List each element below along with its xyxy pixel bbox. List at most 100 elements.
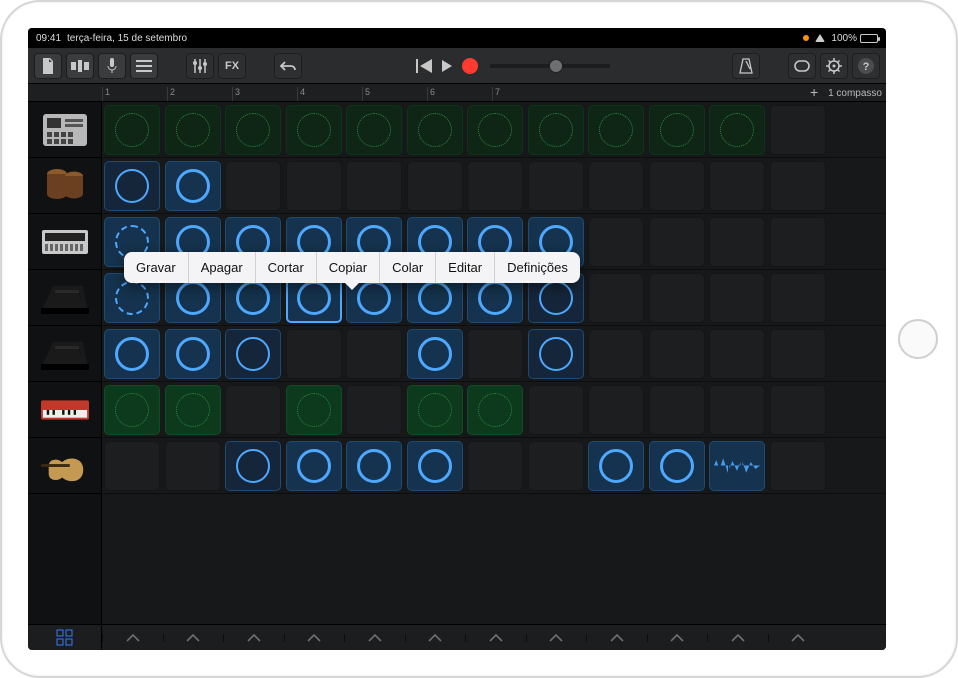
context-apagar[interactable]: Apagar [189,252,256,283]
context-editar[interactable]: Editar [436,252,495,283]
loop-cell[interactable] [286,441,342,491]
settings-button[interactable] [820,53,848,79]
add-section-button[interactable]: + [806,85,822,101]
loop-cell[interactable] [770,441,826,491]
volume-slider[interactable] [490,64,610,68]
loop-cell[interactable] [709,385,765,435]
context-cortar[interactable]: Cortar [256,252,317,283]
loop-cell[interactable] [165,385,221,435]
track-header-electric-guitar[interactable] [28,438,101,494]
loop-cell[interactable] [709,105,765,155]
column-trigger[interactable] [465,634,526,642]
loop-cell[interactable] [709,441,765,491]
loop-cell[interactable] [588,105,644,155]
mixer-button[interactable] [186,53,214,79]
loop-cell[interactable] [467,329,523,379]
column-trigger[interactable] [647,634,708,642]
loop-cell[interactable] [286,329,342,379]
loop-cell[interactable] [346,385,402,435]
loop-cell[interactable] [286,161,342,211]
track-header-sampler[interactable] [28,102,101,158]
loop-cell[interactable] [225,329,281,379]
loop-cell[interactable] [104,385,160,435]
loop-cell[interactable] [346,441,402,491]
loop-cell[interactable] [528,161,584,211]
loop-cell[interactable] [528,105,584,155]
loop-cell[interactable] [165,161,221,211]
loop-cell[interactable] [649,385,705,435]
column-trigger[interactable] [707,634,768,642]
loop-cell[interactable] [407,161,463,211]
my-songs-button[interactable] [34,53,62,79]
loop-cell[interactable] [165,329,221,379]
loop-cell[interactable] [407,329,463,379]
loop-cell[interactable] [770,161,826,211]
grid-toggle-icon[interactable] [28,625,102,650]
loop-button[interactable] [788,53,816,79]
loop-cell[interactable] [588,441,644,491]
loop-cell[interactable] [528,329,584,379]
loop-cell[interactable] [407,385,463,435]
column-trigger[interactable] [284,634,345,642]
loop-cell[interactable] [709,273,765,323]
record-button[interactable] [462,58,478,74]
loop-cell[interactable] [286,385,342,435]
column-trigger[interactable] [344,634,405,642]
metronome-button[interactable] [732,53,760,79]
loop-cell[interactable] [770,217,826,267]
loop-cell[interactable] [588,273,644,323]
rewind-button[interactable] [416,59,432,73]
home-button[interactable] [898,319,938,359]
loop-cell[interactable] [467,385,523,435]
track-header-synth-box[interactable] [28,214,101,270]
timeline-ruler[interactable]: 1 2 3 4 5 6 7 + 1 compasso [28,84,886,102]
loop-cell[interactable] [346,161,402,211]
loop-cell[interactable] [770,329,826,379]
section-length[interactable]: 1 compasso [828,88,882,99]
loop-cell[interactable] [165,441,221,491]
loop-cell[interactable] [104,161,160,211]
undo-button[interactable] [274,53,302,79]
loop-cell[interactable] [104,105,160,155]
loop-cell[interactable] [528,441,584,491]
column-trigger[interactable] [526,634,587,642]
loop-cell[interactable] [346,329,402,379]
loop-cell[interactable] [588,217,644,267]
help-button[interactable]: ? [852,53,880,79]
column-trigger[interactable] [163,634,224,642]
column-trigger[interactable] [768,634,829,642]
loop-cell[interactable] [649,217,705,267]
context-colar[interactable]: Colar [380,252,436,283]
track-header-piano-2[interactable] [28,326,101,382]
loop-cell[interactable] [649,273,705,323]
loop-cell[interactable] [286,105,342,155]
loop-cell[interactable] [528,385,584,435]
track-header-piano-1[interactable] [28,270,101,326]
loop-cell[interactable] [225,161,281,211]
loop-cell[interactable] [407,441,463,491]
loop-cell[interactable] [588,329,644,379]
loop-cell[interactable] [649,329,705,379]
column-trigger[interactable] [223,634,284,642]
context-copiar[interactable]: Copiar [317,252,380,283]
tracks-button[interactable] [130,53,158,79]
loop-cell[interactable] [467,441,523,491]
track-header-congas[interactable] [28,158,101,214]
loop-cell[interactable] [709,329,765,379]
loop-cell[interactable] [407,105,463,155]
column-trigger[interactable] [405,634,466,642]
context-definições[interactable]: Definições [495,252,580,283]
loop-cell[interactable] [346,105,402,155]
loop-cell[interactable] [649,161,705,211]
loop-cell[interactable] [467,161,523,211]
loop-cell[interactable] [770,105,826,155]
loop-cell[interactable] [225,385,281,435]
loop-cell[interactable] [649,441,705,491]
play-button[interactable] [442,60,452,72]
mic-button[interactable] [98,53,126,79]
loop-cell[interactable] [649,105,705,155]
track-header-keyboard-red[interactable] [28,382,101,438]
loop-cell[interactable] [770,273,826,323]
loop-cell[interactable] [225,441,281,491]
loop-cell[interactable] [165,105,221,155]
